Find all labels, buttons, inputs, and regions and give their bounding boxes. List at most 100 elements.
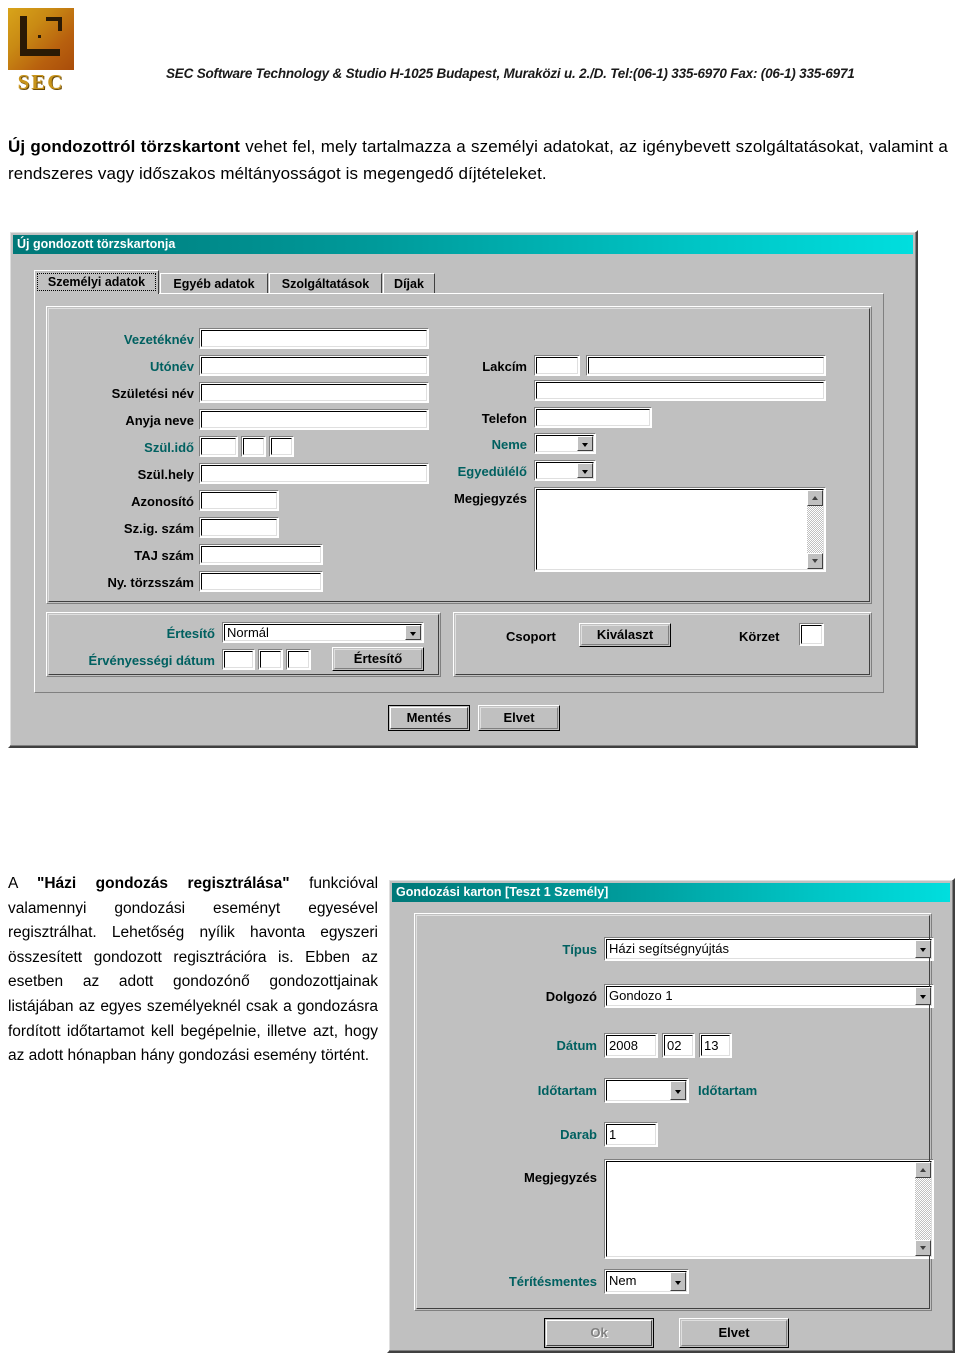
input-lakcim-street2[interactable] [534, 380, 826, 401]
care-paragraph-rest: funkcióval valamennyi gondozási eseményt… [8, 875, 379, 1065]
label-ertesito: Értesítő [166, 626, 215, 641]
label-datum: Dátum [556, 1038, 597, 1053]
combo-dolgozo-value: Gondozo 1 [609, 988, 673, 1003]
label-szul-hely: Szül.hely [137, 467, 194, 482]
chevron-down-icon[interactable] [670, 1081, 686, 1100]
chevron-down-icon[interactable] [670, 1272, 686, 1291]
label-azonosito: Azonosító [131, 494, 194, 509]
label-neme: Neme [491, 437, 527, 452]
logo-wordmark: SEC [17, 70, 65, 94]
chevron-down-icon[interactable] [915, 987, 931, 1005]
page-header: SEC SEC Software Technology & Studio H-1… [0, 0, 960, 112]
input-ny-torzsszam[interactable] [199, 571, 323, 592]
input-vezeteknev[interactable] [199, 328, 429, 349]
chevron-down-icon[interactable] [577, 436, 593, 451]
input-korzet[interactable] [799, 623, 824, 646]
label-teritesmentes: Térítésmentes [508, 1274, 597, 1289]
label-telefon: Telefon [481, 411, 527, 426]
combo-idotartam[interactable] [604, 1078, 689, 1103]
intro-paragraph: Új gondozottról törzskartont vehet fel, … [8, 133, 948, 187]
input-lakcim-street[interactable] [586, 355, 826, 376]
label-anyja-neve: Anyja neve [125, 413, 194, 428]
input-szig-szam[interactable] [199, 517, 279, 538]
personal-data-panel: Vezetéknév Utónév Születési név Anyja ne… [46, 306, 872, 604]
combo-neme[interactable] [534, 433, 596, 454]
label-lakcim: Lakcím [482, 359, 527, 374]
label-utonev: Utónév [149, 359, 194, 374]
label-darab: Darab [560, 1127, 597, 1142]
tab-szolgaltatasok-label: Szolgáltatások [281, 277, 370, 291]
scroll-up-icon[interactable] [807, 490, 823, 506]
dialog1-titlebar: Új gondozott törzskartonja [13, 235, 913, 254]
scroll-up-icon[interactable] [915, 1162, 931, 1178]
tab-szemelyi-adatok[interactable]: Személyi adatok [34, 270, 159, 294]
input-azonosito[interactable] [199, 490, 279, 511]
combo-ertesito[interactable]: Normál [222, 622, 424, 643]
logo-dot-icon [38, 35, 41, 38]
input-validity-month[interactable] [258, 649, 283, 670]
label-korzet: Körzet [739, 629, 780, 644]
logo-l-horizontal-icon [20, 49, 60, 56]
input-szul-ido-year[interactable] [199, 436, 238, 457]
input-szuletesi-nev[interactable] [199, 382, 429, 403]
input-datum-day[interactable]: 13 [699, 1033, 732, 1058]
label-megjegyzes2: Megjegyzés [524, 1170, 597, 1185]
input-lakcim-zip[interactable] [534, 355, 580, 376]
chevron-down-icon[interactable] [915, 940, 931, 958]
tab-egyeb-adatok-label: Egyéb adatok [173, 277, 255, 291]
company-contact-line: SEC Software Technology & Studio H-1025 … [166, 66, 855, 81]
combo-tipus-value: Házi segítségnyújtás [609, 941, 729, 956]
dialog-new-care-record: Új gondozott törzskartonja Személyi adat… [8, 230, 918, 748]
label-szul-ido: Szül.idő [144, 440, 194, 455]
tab-egyeb-adatok[interactable]: Egyéb adatok [160, 273, 268, 294]
label-taj-szam: TAJ szám [134, 548, 194, 563]
scroll-down-icon[interactable] [915, 1240, 931, 1256]
input-telefon[interactable] [534, 407, 652, 428]
kivalaszt-button[interactable]: Kiválaszt [579, 623, 671, 647]
group-district-panel: Csoport Kiválaszt Körzet [453, 612, 872, 677]
combo-ertesito-value: Normál [227, 625, 269, 640]
input-szul-ido-day[interactable] [269, 436, 294, 457]
label-csoport: Csoport [506, 629, 556, 644]
care-paragraph-bold: "Házi gondozás regisztrálása" [36, 875, 290, 892]
megjegyzes2-scrollbar[interactable] [915, 1162, 931, 1256]
textarea-megjegyzes[interactable] [534, 487, 826, 572]
combo-dolgozo[interactable]: Gondozo 1 [604, 984, 934, 1008]
scroll-down-icon[interactable] [807, 553, 823, 569]
combo-egyedulelo[interactable] [534, 460, 596, 481]
dialog2-titlebar: Gondozási karton [Teszt 1 Személy] [392, 883, 950, 902]
label-egyedulelo: Egyedülélő [457, 464, 527, 479]
input-validity-day[interactable] [286, 649, 311, 670]
textarea-megjegyzes2[interactable] [604, 1159, 934, 1259]
tab-dijak[interactable]: Díjak [383, 273, 435, 294]
input-szul-ido-month[interactable] [241, 436, 266, 457]
mentes-button[interactable]: Mentés [388, 705, 470, 731]
ok-button[interactable]: Ok [544, 1318, 654, 1348]
input-taj-szam[interactable] [199, 544, 323, 565]
label-szuletesi-nev: Születési név [111, 386, 194, 401]
ertesito-button[interactable]: Értesítő [332, 647, 424, 671]
dialog1-elvet-button[interactable]: Elvet [478, 705, 560, 731]
label-szig-szam: Sz.ig. szám [123, 521, 194, 536]
tab-szolgaltatasok[interactable]: Szolgáltatások [269, 273, 382, 294]
input-validity-year[interactable] [222, 649, 255, 670]
dialog1-tab-page: Vezetéknév Utónév Születési név Anyja ne… [34, 293, 884, 693]
label-vezeteknev: Vezetéknév [123, 332, 194, 347]
label-megjegyzes: Megjegyzés [454, 491, 527, 506]
input-datum-year[interactable]: 2008 [604, 1033, 658, 1058]
input-darab[interactable]: 1 [604, 1122, 658, 1147]
logo-corner-vertical-icon [58, 17, 62, 31]
label-idotartam: Időtartam [537, 1083, 597, 1098]
label-tipus: Típus [562, 942, 597, 957]
tab-dijak-label: Díjak [394, 277, 424, 291]
combo-teritesmentes[interactable]: Nem [604, 1269, 689, 1294]
chevron-down-icon[interactable] [405, 625, 421, 640]
label-dolgozo: Dolgozó [545, 989, 597, 1004]
input-datum-month[interactable]: 02 [662, 1033, 695, 1058]
combo-tipus[interactable]: Házi segítségnyújtás [604, 937, 934, 961]
label-ny-torzsszam: Ny. törzsszám [107, 575, 194, 590]
dialog2-elvet-button[interactable]: Elvet [679, 1318, 789, 1348]
label-idotartam-unit: Időtartam [698, 1083, 758, 1098]
chevron-down-icon[interactable] [577, 463, 593, 478]
megjegyzes-scrollbar[interactable] [807, 490, 823, 569]
